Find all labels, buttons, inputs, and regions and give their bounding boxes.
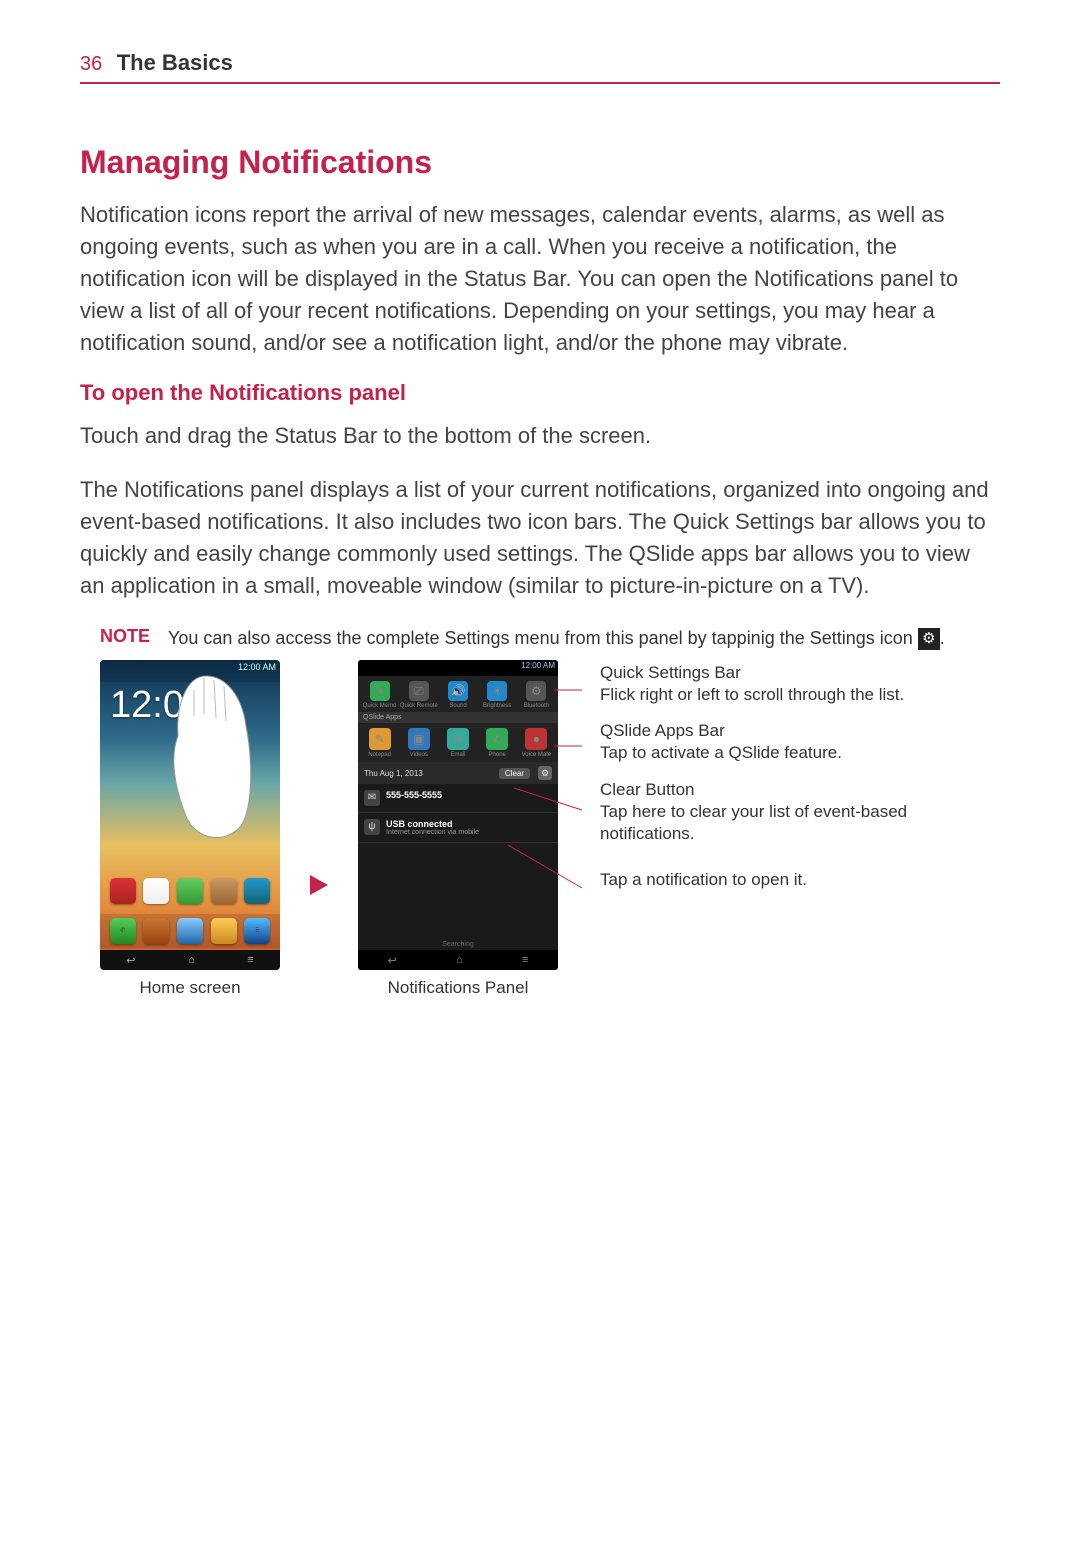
- panel-date-row: Thu Aug 1, 2013 Clear ⚙: [358, 762, 558, 784]
- back-icon: ↩: [388, 954, 397, 967]
- intro-paragraph: Notification icons report the arrival of…: [80, 199, 1000, 358]
- chapter-title: The Basics: [117, 50, 233, 75]
- settings-icon: ⚙: [918, 628, 940, 650]
- qslide-apps-bar: ✎Notepad ▣Videos ✉Email ✆Phone ●Voice Ma…: [358, 723, 558, 762]
- app-icon: [244, 878, 270, 904]
- notification-item[interactable]: ✉ 555-555-5555: [358, 784, 558, 813]
- arrow-right-icon: [310, 875, 328, 895]
- callout-qslide: QSlide Apps Bar Tap to activate a QSlide…: [588, 720, 1000, 764]
- qslide-label: QSlide Apps: [358, 712, 558, 723]
- note-text: You can also access the complete Setting…: [168, 626, 945, 650]
- note-text-before: You can also access the complete Setting…: [168, 628, 918, 648]
- sms-icon: ✉: [364, 790, 380, 806]
- home-app-row: [100, 878, 280, 904]
- panel-nav-bar: ↩ ⌂ ≡: [358, 950, 558, 970]
- app-icon: [143, 878, 169, 904]
- callout-tap-notification: Tap a notification to open it.: [588, 869, 1000, 891]
- note-label: NOTE: [100, 626, 150, 647]
- apps-icon: ⠿: [244, 918, 270, 944]
- page-number: 36: [80, 53, 102, 75]
- drag-arrow-icon: [186, 714, 190, 810]
- figure-home-screen: 12:00 AM 12:00 ✆ ⠿ ↩: [100, 660, 280, 970]
- home-dock: ✆ ⠿: [100, 914, 280, 948]
- paragraph-open-panel: Touch and drag the Status Bar to the bot…: [80, 420, 1000, 452]
- quick-settings-bar: ✎Quick Memo ⎚Quick Remote 🔊Sound ☀Bright…: [358, 676, 558, 712]
- page-title: Managing Notifications: [80, 144, 1000, 181]
- home-status-bar: 12:00 AM: [100, 660, 280, 682]
- note: NOTE You can also access the complete Se…: [100, 626, 1000, 650]
- panel-status-bar: 12:00 AM: [358, 660, 558, 676]
- caption-panel: Notifications Panel: [358, 978, 558, 998]
- browser-icon: [177, 918, 203, 944]
- notification-title: USB connected: [386, 819, 479, 829]
- callout-quick-settings: Quick Settings Bar Flick right or left t…: [588, 662, 1000, 706]
- settings-icon[interactable]: ⚙: [538, 766, 552, 780]
- carrier-label: Searching: [358, 941, 558, 948]
- app-icon: [177, 878, 203, 904]
- messaging-icon: [211, 918, 237, 944]
- running-header: 36 The Basics: [80, 50, 1000, 84]
- menu-icon: ≡: [522, 954, 528, 966]
- section-heading: To open the Notifications panel: [80, 380, 1000, 406]
- note-text-after: .: [940, 628, 945, 648]
- back-icon: ↩: [126, 954, 135, 967]
- app-icon: [110, 878, 136, 904]
- home-clock: 12:00: [110, 684, 205, 727]
- callouts: Quick Settings Bar Flick right or left t…: [588, 660, 1000, 905]
- paragraph-panel-desc: The Notifications panel displays a list …: [80, 474, 1000, 602]
- notification-subtitle: Internet connection via mobile: [386, 829, 479, 836]
- home-icon: ⌂: [456, 954, 463, 966]
- notification-item[interactable]: ψ USB connected Internet connection via …: [358, 813, 558, 843]
- notification-title: 555-555-5555: [386, 790, 442, 800]
- home-nav-bar: ↩ ⌂ ≡: [100, 950, 280, 970]
- figure-notifications-panel: 12:00 AM ✎Quick Memo ⎚Quick Remote 🔊Soun…: [358, 660, 558, 970]
- usb-icon: ψ: [364, 819, 380, 835]
- callout-clear: Clear Button Tap here to clear your list…: [588, 779, 1000, 845]
- caption-home: Home screen: [100, 978, 280, 998]
- clear-button[interactable]: Clear: [499, 768, 530, 779]
- app-icon: [211, 878, 237, 904]
- panel-date: Thu Aug 1, 2013: [364, 769, 423, 778]
- phone-icon: ✆: [110, 918, 136, 944]
- contacts-icon: [143, 918, 169, 944]
- home-icon: ⌂: [188, 954, 195, 966]
- menu-icon: ≡: [247, 954, 253, 966]
